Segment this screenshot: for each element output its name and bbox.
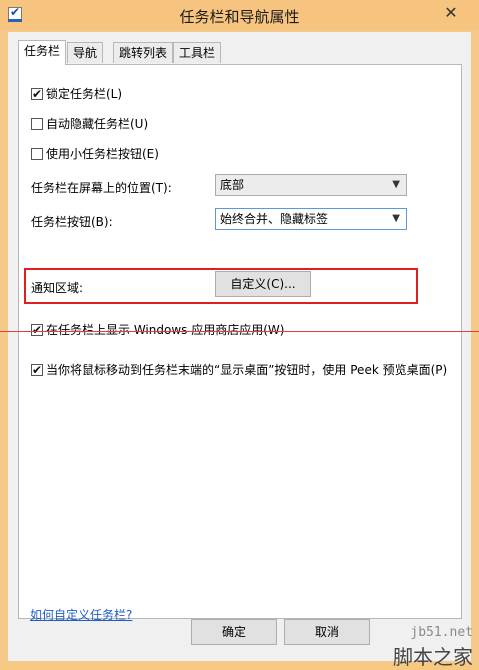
dialog-client-area: 任务栏 导航 跳转列表 工具栏 锁定任务栏(L) 自动隐藏任务栏(U) 使用小任… xyxy=(8,32,471,661)
show-store-apps-checkbox[interactable] xyxy=(31,321,43,339)
watermark-url: jb51.net xyxy=(410,625,473,640)
properties-window: 任务栏和导航属性 ✕ 任务栏 导航 跳转列表 工具栏 锁定任务栏(L) 自动隐藏… xyxy=(0,0,479,669)
close-button[interactable]: ✕ xyxy=(437,3,465,23)
show-store-apps-label: 在任务栏上显示 Windows 应用商店应用(W) xyxy=(46,323,285,337)
watermark: jb51.net 脚本之家 xyxy=(361,625,479,669)
help-link[interactable]: 如何自定义任务栏? xyxy=(30,606,132,623)
annotation-line xyxy=(0,331,479,332)
chevron-down-icon: ▼ xyxy=(392,179,400,190)
cancel-button[interactable]: 取消 xyxy=(284,619,370,645)
taskbar-location-select[interactable]: 底部 ▼ xyxy=(215,174,407,196)
customize-button[interactable]: 自定义(C)... xyxy=(215,271,311,297)
tab-toolbars[interactable]: 工具栏 xyxy=(173,42,222,63)
auto-hide-checkbox[interactable] xyxy=(31,118,43,130)
small-buttons-option[interactable]: 使用小任务栏按钮(E) xyxy=(31,145,159,163)
taskbar-buttons-select[interactable]: 始终合并、隐藏标签 ▼ xyxy=(215,208,407,230)
tab-taskbar[interactable]: 任务栏 xyxy=(18,40,67,65)
title-bar[interactable]: 任务栏和导航属性 ✕ xyxy=(0,0,479,30)
taskbar-buttons-value: 始终合并、隐藏标签 xyxy=(220,212,329,226)
tab-navigation[interactable]: 导航 xyxy=(67,42,104,63)
taskbar-location-value: 底部 xyxy=(220,178,245,192)
peek-label: 当你将鼠标移动到任务栏末端的“显示桌面”按钮时，使用 Peek 预览桌面(P) xyxy=(46,363,448,377)
taskbar-buttons-label: 任务栏按钮(B): xyxy=(31,215,113,229)
auto-hide-option[interactable]: 自动隐藏任务栏(U) xyxy=(31,115,148,133)
lock-taskbar-checkbox[interactable] xyxy=(31,85,43,103)
watermark-name: 脚本之家 xyxy=(393,645,473,669)
notification-area-label: 通知区域: xyxy=(31,281,84,295)
taskbar-tab-panel: 锁定任务栏(L) 自动隐藏任务栏(U) 使用小任务栏按钮(E) 任务栏在屏幕上的… xyxy=(18,64,462,619)
peek-option[interactable]: 当你将鼠标移动到任务栏末端的“显示桌面”按钮时，使用 Peek 预览桌面(P) xyxy=(31,361,447,379)
show-store-apps-option[interactable]: 在任务栏上显示 Windows 应用商店应用(W) xyxy=(31,321,284,339)
lock-taskbar-option[interactable]: 锁定任务栏(L) xyxy=(31,85,122,103)
auto-hide-label: 自动隐藏任务栏(U) xyxy=(46,117,149,131)
small-buttons-label: 使用小任务栏按钮(E) xyxy=(46,147,159,161)
chevron-down-icon: ▼ xyxy=(392,213,400,224)
ok-button[interactable]: 确定 xyxy=(191,619,277,645)
taskbar-location-label: 任务栏在屏幕上的位置(T): xyxy=(31,181,172,195)
tab-jump-lists[interactable]: 跳转列表 xyxy=(113,42,174,63)
peek-checkbox[interactable] xyxy=(31,361,43,379)
small-buttons-checkbox[interactable] xyxy=(31,148,43,160)
lock-taskbar-label: 锁定任务栏(L) xyxy=(46,87,123,101)
window-title: 任务栏和导航属性 xyxy=(179,8,300,26)
